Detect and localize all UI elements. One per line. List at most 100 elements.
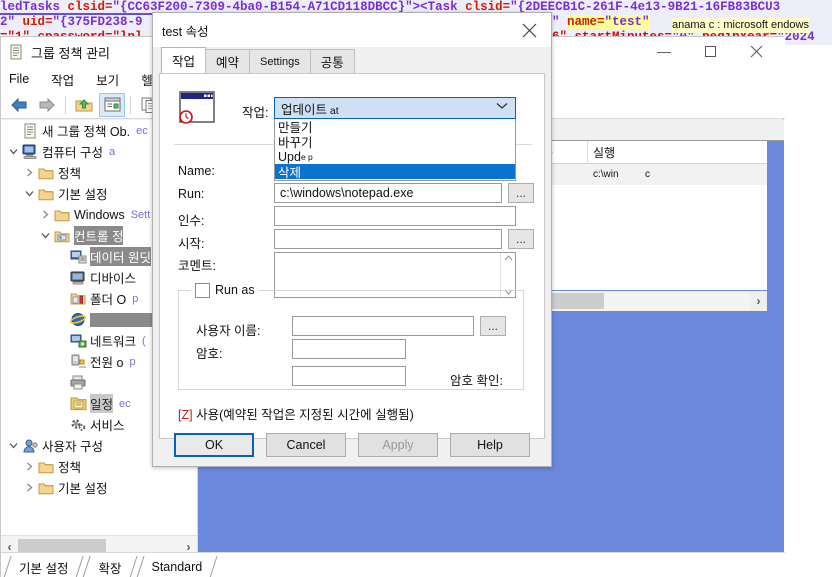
menu-item-action[interactable]: 작업 xyxy=(40,70,85,89)
password-input[interactable] xyxy=(292,339,406,359)
tree-item-label: 새 그룹 정책 Ob. xyxy=(42,125,131,139)
tree-item-label: 컴퓨터 구성 xyxy=(42,146,103,160)
scroll-up-arrow-icon[interactable] xyxy=(504,255,513,261)
tab-common[interactable]: 공통 xyxy=(309,49,355,73)
chevron-down-icon[interactable] xyxy=(5,442,21,449)
folder-icon xyxy=(37,165,55,181)
run-browse-button[interactable]: ... xyxy=(508,183,534,203)
run-as-checkbox[interactable] xyxy=(195,282,210,298)
back-arrow-icon[interactable] xyxy=(6,93,32,117)
enabled-checkbox-line[interactable]: [Z] 사용(예약된 작업은 지정된 시간에 실행됨) xyxy=(178,404,414,423)
computer-icon xyxy=(21,144,39,160)
tab-standard[interactable]: Standard xyxy=(136,556,217,577)
tree-item-sublabel: Sett xyxy=(130,208,151,221)
tab-extended[interactable]: 확장 xyxy=(82,556,135,577)
code-token: uid= xyxy=(22,15,53,29)
run-input[interactable]: c:\windows\notepad.exe xyxy=(274,183,502,203)
tree-item-label: 사용자 구성 xyxy=(42,440,103,454)
chevron-down-icon[interactable] xyxy=(21,190,37,197)
view-tabs: 기본 설정 확장 Standard xyxy=(1,552,785,577)
confirm-password-input[interactable] xyxy=(292,366,406,386)
code-line-2-right: " name="test" xyxy=(552,15,650,30)
combobox-value-suffix: at xyxy=(327,104,339,117)
combobox-option-replace[interactable]: 바꾸기 xyxy=(275,134,515,150)
enabled-checkbox-marker[interactable]: [Z] xyxy=(178,408,193,422)
run-as-legend[interactable]: Run as xyxy=(191,282,259,298)
tab-label: Standard xyxy=(151,560,203,574)
arguments-input[interactable] xyxy=(274,206,516,226)
tab-action[interactable]: 작업 xyxy=(161,47,207,73)
tab-preferences[interactable]: 기본 설정 xyxy=(3,556,83,577)
maximize-button[interactable] xyxy=(687,36,733,66)
start-in-input[interactable] xyxy=(274,229,502,249)
forward-arrow-icon[interactable] xyxy=(34,93,60,117)
tree-item-sublabel: a xyxy=(108,145,116,158)
username-input[interactable] xyxy=(292,316,474,336)
tree-item-sublabel: p xyxy=(129,355,136,368)
tree-item-label: 폴더 O xyxy=(90,293,127,307)
tree-item-label: 기본 설정 xyxy=(58,482,108,496)
tab-label: 공통 xyxy=(320,56,344,70)
start-in-browse-button[interactable]: ... xyxy=(508,229,534,249)
tree-item-sublabel: ec xyxy=(136,124,148,137)
menu-item-file[interactable]: File xyxy=(1,72,40,86)
gpo-document-icon xyxy=(21,123,39,139)
code-line-2: 2" uid="{375FD238-9 xyxy=(0,15,143,30)
device-icon xyxy=(69,270,87,286)
network-icon xyxy=(69,333,87,349)
run-label: Run: xyxy=(178,187,205,201)
chevron-right-icon[interactable] xyxy=(37,210,53,219)
datasource-icon xyxy=(69,249,87,265)
scroll-right-arrow-icon[interactable]: › xyxy=(750,291,767,311)
user-icon xyxy=(21,438,39,454)
tree-item-label: 디바이스 xyxy=(90,272,137,286)
column-header-run[interactable]: 실행 xyxy=(588,141,708,163)
show-tree-icon[interactable] xyxy=(99,92,125,117)
help-button[interactable]: Help xyxy=(450,433,530,457)
tree-item-17[interactable]: 기본 설정 xyxy=(1,477,197,498)
tree-item-sublabel: ec xyxy=(119,397,131,410)
username-browse-button[interactable]: ... xyxy=(480,316,506,336)
cell-run: c:\win xyxy=(593,169,619,180)
folderopt-icon xyxy=(69,291,87,307)
tree-item-label: 일정 xyxy=(90,394,114,413)
arguments-label: 인수: xyxy=(178,214,205,228)
combobox-value: 업데이트 at xyxy=(281,99,339,118)
password-label: 암호: xyxy=(196,347,223,361)
dialog-title: test 속성 xyxy=(162,24,209,39)
dialog-buttons: OK Cancel Apply Help xyxy=(153,432,551,458)
chevron-right-icon[interactable] xyxy=(21,483,37,492)
power-icon xyxy=(69,354,87,370)
document-icon xyxy=(7,43,25,61)
tree-item-label: 서비스 xyxy=(90,419,125,433)
action-combobox[interactable]: 업데이트 at xyxy=(274,97,516,119)
tab-label: 작업 xyxy=(172,55,196,69)
combobox-value-main: 업데이트 xyxy=(281,102,328,117)
task-properties-dialog: test 속성 작업 예약 Settings 공통 작업: 업데이트 at 만들… xyxy=(152,12,552,467)
chevron-down-icon[interactable] xyxy=(496,102,508,110)
code-annotation: anama c : microsoft endows xyxy=(672,18,809,33)
chevron-down-icon[interactable] xyxy=(5,148,21,155)
close-button[interactable] xyxy=(733,36,779,66)
cancel-button[interactable]: Cancel xyxy=(266,433,346,457)
combobox-option-update[interactable]: Upd e p xyxy=(275,149,515,164)
name-label: Name: xyxy=(178,164,215,178)
ok-button[interactable]: OK xyxy=(174,433,254,457)
folder-icon xyxy=(37,480,55,496)
tab-label: Settings xyxy=(260,55,300,68)
chevron-right-icon[interactable] xyxy=(21,168,37,177)
action-combobox-dropdown[interactable]: 만들기 바꾸기 Upd e p 삭제 xyxy=(274,119,516,181)
chevron-down-icon[interactable] xyxy=(37,232,53,239)
menu-item-view[interactable]: 보기 xyxy=(85,70,130,89)
run-as-label: Run as xyxy=(215,283,255,297)
code-token: clsid= xyxy=(67,0,113,14)
printer-icon xyxy=(69,375,87,391)
dialog-tabs: 작업 예약 Settings 공통 xyxy=(153,47,551,73)
combobox-option-delete[interactable]: 삭제 xyxy=(275,164,515,180)
tab-schedule[interactable]: 예약 xyxy=(205,49,251,73)
chevron-right-icon[interactable] xyxy=(21,462,37,471)
tab-settings[interactable]: Settings xyxy=(249,49,311,73)
up-folder-icon[interactable] xyxy=(71,93,97,117)
dialog-close-button[interactable] xyxy=(507,13,551,47)
minimize-button[interactable]: — xyxy=(641,36,687,66)
